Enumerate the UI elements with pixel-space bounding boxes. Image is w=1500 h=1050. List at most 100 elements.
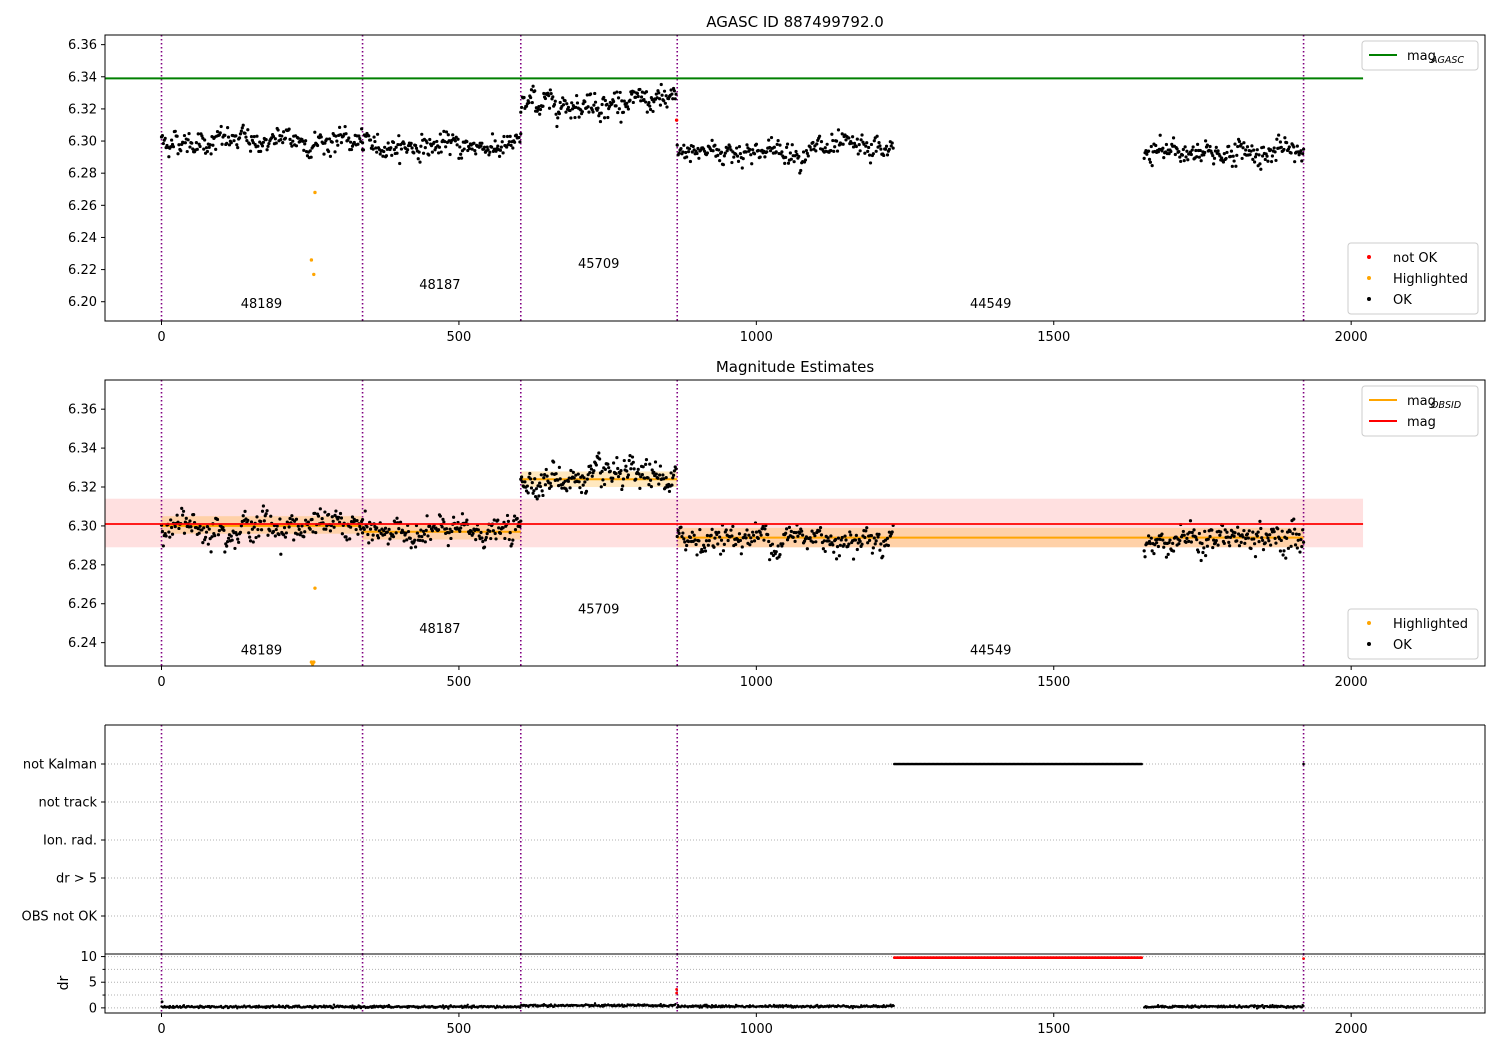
panel1-ok-point	[834, 139, 839, 143]
panel2-ok-point	[1245, 532, 1250, 536]
panel2-ok-point	[1155, 541, 1159, 545]
panel2-ok-point	[391, 535, 396, 539]
panel2-ok-point	[485, 532, 489, 536]
panel4-dr-point	[466, 1003, 469, 1007]
panel1-ok-point	[161, 141, 165, 146]
panel1-ok-point	[891, 146, 895, 150]
panel1-ok-point	[267, 141, 271, 146]
panel1-ok-point	[752, 152, 757, 156]
panel1-ok-point	[570, 101, 574, 105]
panel2-ok-point	[1218, 533, 1222, 537]
panel1-ok-point	[772, 145, 776, 149]
panel2-ok-point	[525, 484, 529, 488]
panel2-ok-point	[1156, 544, 1161, 549]
panel2-ok-point	[800, 529, 804, 533]
panel2-ok-point	[730, 534, 734, 538]
panel1-ok-point	[1275, 137, 1279, 141]
panel2-ok-point	[1222, 541, 1226, 545]
panel1-ok-point	[1293, 160, 1297, 164]
panel1-legend-subscript: AGASC	[1430, 55, 1464, 66]
panel1-ok-point	[1292, 145, 1296, 149]
panel2-ok-point	[1272, 530, 1276, 534]
panel2-ok-point	[1278, 549, 1283, 553]
panel1-ok-point	[1189, 152, 1193, 157]
panel2-ok-point	[738, 538, 742, 543]
panel2-ok-point	[494, 537, 498, 541]
panel2-ok-point	[189, 525, 193, 529]
panel2-ok-point	[471, 531, 475, 536]
panel2-xtick-label: 0	[157, 675, 165, 690]
panel2-ok-point	[452, 515, 456, 519]
panel2-ok-point	[684, 548, 688, 552]
panel2-ok-point	[1293, 527, 1297, 531]
panel2-ok-point	[538, 484, 543, 489]
panel1-ok-point	[427, 153, 431, 157]
panel1-ok-point	[552, 102, 557, 107]
panel1-ok-point	[744, 150, 748, 154]
panel2-ok-point	[885, 536, 890, 540]
panel2-ok-point	[675, 534, 679, 539]
panel1-ok-point	[758, 155, 762, 159]
panel1-ok-point	[237, 136, 242, 140]
panel2-ok-point	[682, 537, 686, 541]
panel1-ok-point	[260, 144, 265, 148]
panel1-ok-point	[857, 142, 861, 147]
panel2-ok-point	[491, 529, 495, 533]
panel1-highlighted-point	[309, 258, 314, 262]
panel1-ok-point	[1273, 150, 1277, 154]
panel1-ok-point	[547, 106, 552, 110]
panel1-ok-point	[488, 150, 492, 154]
panel1-ok-point	[675, 143, 679, 147]
panel2-ok-point	[1235, 539, 1239, 543]
panel1-ok-point	[538, 107, 543, 112]
panel2-ytick-label: 6.32	[68, 481, 97, 496]
panel2-ok-point	[182, 531, 187, 535]
panel1-ok-point	[238, 132, 243, 136]
panel1-ok-point	[390, 153, 394, 157]
panel2-ok-point	[1280, 529, 1284, 533]
panel2-ok-point	[648, 478, 653, 482]
panel2-ok-point	[277, 532, 281, 537]
panel2-ok-point	[1219, 530, 1223, 534]
panel2-ok-point	[702, 546, 707, 550]
panel3-flag-point	[1140, 762, 1143, 766]
panel1-ok-point	[815, 142, 819, 146]
panel1-ok-point	[792, 160, 796, 164]
panel2-ok-point	[737, 532, 742, 536]
panel2-ok-point	[330, 515, 334, 519]
panel2-ok-point	[542, 476, 546, 480]
panel1-ok-point	[575, 101, 580, 105]
panel2-ok-point	[197, 531, 201, 535]
panel1-ok-point	[496, 144, 500, 148]
panel1-ok-point	[243, 131, 247, 135]
panel2-ok-point	[826, 536, 830, 540]
panel1-ok-point	[303, 142, 307, 146]
panel2-ok-point	[707, 539, 711, 543]
panel2-ok-point	[1228, 544, 1232, 548]
panel1-ok-point	[1265, 154, 1269, 158]
panel1-ok-point	[428, 137, 432, 142]
panel2-ok-point	[337, 515, 341, 519]
panel2-ok-point	[1185, 536, 1189, 540]
panel1-ok-point	[1161, 146, 1165, 150]
panel1-ok-point	[551, 95, 555, 99]
panel2-ok-point	[405, 538, 409, 542]
panel1-ok-point	[1158, 133, 1162, 137]
panel1-ok-point	[660, 93, 664, 97]
panel2-ok-point	[476, 528, 480, 532]
panel2-ok-point	[1282, 549, 1286, 553]
panel2-ok-point	[528, 471, 532, 476]
panel1-ok-point	[444, 145, 448, 149]
panel2-ok-point	[167, 530, 171, 534]
panel2-ok-point	[264, 512, 268, 516]
panel2-ok-point	[540, 489, 544, 493]
panel1-ok-point	[368, 138, 373, 142]
panel2-ok-point	[479, 530, 483, 535]
panel1-ok-point	[446, 133, 450, 137]
panel2-ok-point	[533, 477, 537, 481]
panel2-ok-point	[209, 550, 213, 554]
panel2-ok-point	[1261, 538, 1265, 543]
panel1-ok-point	[645, 110, 649, 114]
panel2-ok-point	[1284, 556, 1288, 560]
panel1-ok-point	[442, 129, 446, 133]
